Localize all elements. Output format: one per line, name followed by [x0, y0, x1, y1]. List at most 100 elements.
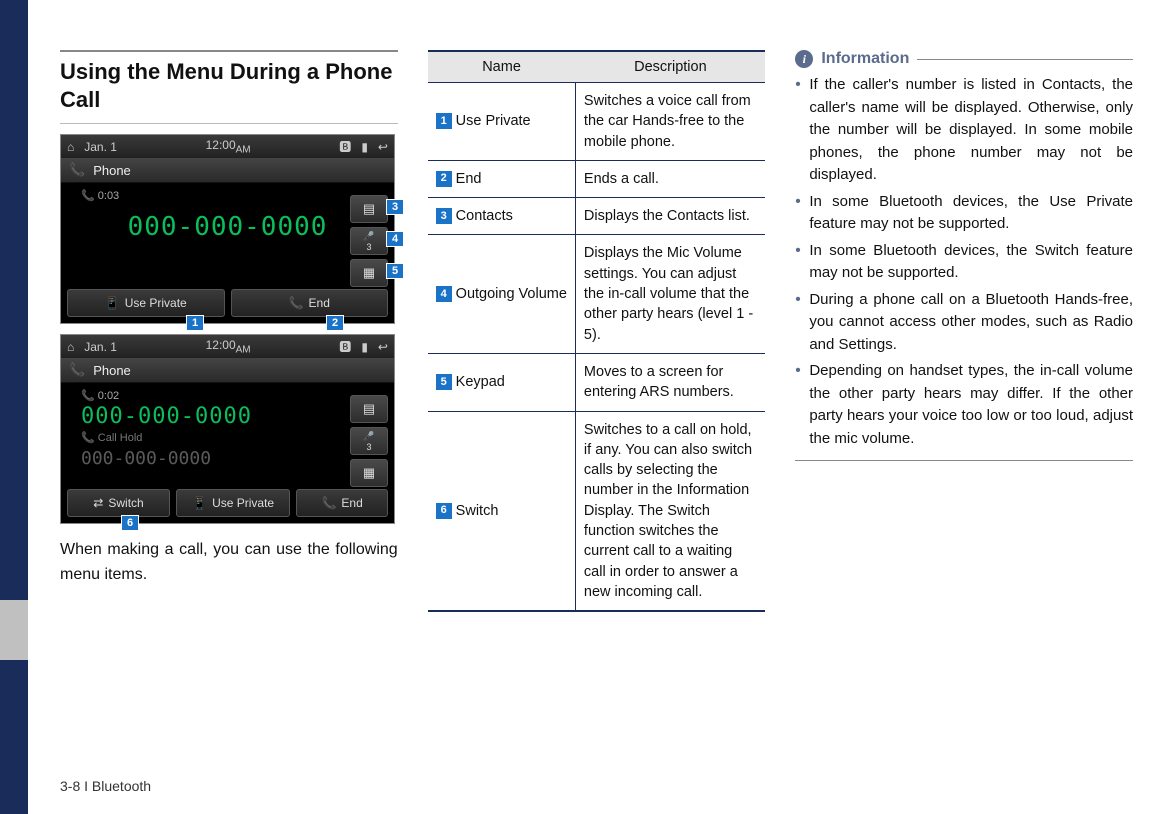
end-icon: 📞 [321, 496, 336, 510]
phone-tab: 📞 Phone [61, 358, 394, 383]
call-hold-label: 📞 Call Hold [61, 431, 394, 446]
screenshot-call-hold: ⌂ Jan. 1 12:00AM 🅱 ▮ ↩ 📞 Phone 📞 0:02 [60, 334, 395, 524]
info-item: In some Bluetooth devices, the Use Priva… [795, 191, 1133, 236]
page-left-margin [0, 0, 28, 814]
table-row: 2End Ends a call. [428, 160, 766, 197]
volume-level: 3 [366, 442, 371, 452]
keypad-button[interactable]: ▦ [350, 459, 388, 487]
call-timer-value: 0:02 [98, 390, 119, 402]
outgoing-volume-button[interactable]: 🎤 3 [350, 427, 388, 455]
end-icon: 📞 [289, 296, 304, 310]
switch-button[interactable]: ⇄ Switch [67, 489, 170, 517]
status-date: Jan. 1 [84, 140, 117, 154]
end-label: End [309, 296, 330, 310]
keypad-icon: ▦ [363, 465, 375, 481]
back-icon: ↩ [378, 340, 388, 354]
row-num-badge: 5 [436, 374, 452, 390]
switch-label: Switch [108, 496, 143, 510]
row-num-badge: 3 [436, 208, 452, 224]
keypad-icon: ▦ [363, 265, 375, 281]
phone-tab-label: Phone [93, 163, 131, 178]
table-row: 5Keypad Moves to a screen for entering A… [428, 353, 766, 411]
contacts-button[interactable]: ▤ [350, 195, 388, 223]
phone-tab-label: Phone [93, 363, 131, 378]
status-bar: ⌂ Jan. 1 12:00AM 🅱 ▮ ↩ [61, 135, 394, 158]
intro-paragraph: When making a call, you can use the foll… [60, 538, 398, 588]
row-name: Contacts [456, 208, 513, 224]
row-desc: Switches to a call on hold, if any. You … [575, 411, 765, 611]
private-icon: 📱 [105, 296, 120, 310]
status-bar: ⌂ Jan. 1 12:00AM 🅱 ▮ ↩ [61, 335, 394, 358]
signal-icon: ▮ [361, 140, 368, 154]
page-content: Using the Menu During a Phone Call ⌂ Jan… [60, 50, 1133, 612]
row-desc: Displays the Contacts list. [575, 198, 765, 235]
phone-handset-icon: 📞 [69, 362, 85, 378]
status-ampm: AM [236, 144, 251, 155]
row-num-badge: 4 [436, 286, 452, 302]
contacts-button[interactable]: ▤ [350, 395, 388, 423]
side-buttons: ▤ 🎤 3 ▦ [350, 195, 388, 287]
callout-marker: 6 [121, 515, 139, 531]
callout-marker: 4 [386, 231, 404, 247]
bluetooth-icon: 🅱 [339, 338, 351, 355]
call-number: 000-000-0000 [61, 202, 394, 250]
information-header: i Information [795, 50, 1133, 68]
info-rule [917, 59, 1133, 60]
callout-marker: 3 [386, 199, 404, 215]
mic-volume-icon: 🎤 [363, 431, 374, 442]
contacts-icon: ▤ [363, 201, 375, 217]
page-side-tab [0, 600, 28, 660]
row-name: Switch [456, 503, 499, 519]
switch-icon: ⇄ [93, 496, 103, 510]
call-timer: 📞 0:02 [61, 383, 394, 402]
callout-marker: 2 [326, 315, 344, 331]
row-desc: Displays the Mic Volume settings. You ca… [575, 235, 765, 353]
column-left: Using the Menu During a Phone Call ⌂ Jan… [60, 50, 398, 612]
signal-icon: ▮ [361, 340, 368, 354]
section-heading: Using the Menu During a Phone Call [60, 50, 398, 124]
column-middle: Name Description 1Use Private Switches a… [428, 50, 766, 612]
info-item: If the caller's number is listed in Cont… [795, 74, 1133, 187]
mic-volume-icon: 🎤 [363, 231, 374, 242]
bluetooth-icon: 🅱 [339, 138, 351, 155]
hold-call-number: 000-000-0000 [61, 446, 394, 475]
row-name: End [456, 171, 482, 187]
info-title: Information [821, 50, 909, 68]
table-row: 1Use Private Switches a voice call from … [428, 83, 766, 161]
callout-marker: 5 [386, 263, 404, 279]
volume-level: 3 [366, 242, 371, 252]
phone-handset-icon: 📞 [69, 162, 85, 178]
home-icon: ⌂ [67, 340, 74, 354]
row-num-badge: 1 [436, 113, 452, 129]
column-right: i Information If the caller's number is … [795, 50, 1133, 612]
keypad-button[interactable]: ▦ [350, 259, 388, 287]
row-num-badge: 6 [436, 503, 452, 519]
use-private-button[interactable]: 📱 Use Private [176, 489, 290, 517]
call-timer: 📞 0:03 [61, 183, 394, 202]
use-private-button[interactable]: 📱 Use Private [67, 289, 225, 317]
active-call-number: 000-000-0000 [61, 402, 394, 431]
private-icon: 📱 [192, 496, 207, 510]
contacts-icon: ▤ [363, 401, 375, 417]
end-button[interactable]: 📞 End [296, 489, 388, 517]
hold-icon: 📞 [81, 432, 95, 444]
info-list: If the caller's number is listed in Cont… [795, 74, 1133, 450]
info-item: Depending on handset types, the in-call … [795, 360, 1133, 450]
end-label: End [341, 496, 362, 510]
feature-table: Name Description 1Use Private Switches a… [428, 50, 766, 612]
row-name: Outgoing Volume [456, 286, 567, 302]
table-header-desc: Description [575, 51, 765, 83]
hold-label-text: Call Hold [98, 432, 143, 444]
row-desc: Ends a call. [575, 160, 765, 197]
info-item: In some Bluetooth devices, the Switch fe… [795, 240, 1133, 285]
timer-icon: 📞 [81, 390, 95, 402]
outgoing-volume-button[interactable]: 🎤 3 [350, 227, 388, 255]
end-button[interactable]: 📞 End [231, 289, 389, 317]
row-name: Use Private [456, 113, 531, 129]
table-row: 4Outgoing Volume Displays the Mic Volume… [428, 235, 766, 353]
row-name: Keypad [456, 374, 505, 390]
side-buttons: ▤ 🎤 3 ▦ [350, 395, 388, 487]
bottom-bar: 📱 Use Private 📞 End [67, 289, 388, 317]
phone-tab: 📞 Phone [61, 158, 394, 183]
call-timer-value: 0:03 [98, 190, 119, 202]
